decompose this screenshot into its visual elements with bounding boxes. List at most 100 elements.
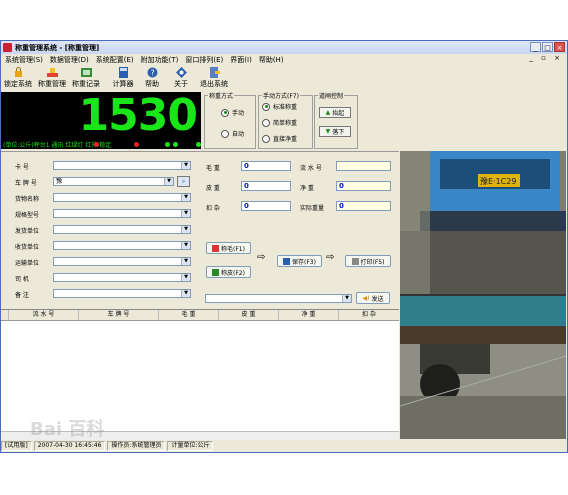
mdi-controls[interactable]: _ ▫ × [529,54,563,62]
weigh-mode-title: 称重方式 [209,93,234,100]
weigh-records-button[interactable]: 称重记录 [71,65,101,89]
menu-bar: 系统管理(S) 数据管理(D) 系统配置(E) 附加功能(T) 窗口排列(E) … [1,54,567,65]
actual-weight-field[interactable]: 0 [336,201,391,211]
goods-name-field[interactable]: ▼ [53,193,191,202]
tare-label: 皮 重 [206,185,220,192]
menu-interface[interactable]: 界面(I) [230,55,252,65]
gross-label: 毛 重 [206,165,220,172]
chevron-down-icon: ▼ [181,258,190,265]
tare-field[interactable]: 0 [241,181,291,191]
chevron-down-icon: ▼ [342,295,351,302]
save-button[interactable]: 保存(F3) [277,255,322,267]
menu-window[interactable]: 窗口排列(E) [185,55,223,65]
gate-lower-button[interactable]: ▼ 落下 [319,126,351,137]
speaker-icon: ◀) [362,294,370,302]
weight-value: 1530 [78,90,198,141]
records-icon [80,68,92,77]
col-plate[interactable]: 车 牌 号 [79,310,159,320]
col-serial[interactable]: 流 水 号 [9,310,79,320]
menu-help[interactable]: 帮助(H) [259,55,284,65]
exit-system-button[interactable]: 退出系统 [199,65,229,89]
weigh-tare-button[interactable]: 称皮(F2) [206,266,251,278]
sender-field[interactable]: ▼ [53,225,191,234]
about-button[interactable]: 关于 [166,65,196,89]
remark-field[interactable]: ▼ [53,289,191,298]
close-button[interactable]: × [554,42,565,52]
col-deduct[interactable]: 扣 杂 [339,310,399,320]
chevron-down-icon: ▼ [164,178,173,185]
arrow-down-icon: ▼ [325,128,331,135]
radio-manual[interactable]: 手动 [221,108,244,117]
form-panel: 卡 号 ▼ 车 牌 号 豫 ▼ ⌕ 货物名称 ▼ 规格型号 ▼ 发货单位 ▼ 收货… [1,151,399,307]
net-field[interactable]: 0 [336,181,391,191]
gate-raise-button[interactable]: ▲ 抬起 [319,107,351,118]
menu-data[interactable]: 数据管理(D) [50,55,89,65]
minimize-button[interactable]: _ [530,42,541,52]
radio-dot-icon [262,102,270,111]
card-no-field[interactable]: ▼ [53,161,191,170]
carrier-field[interactable]: ▼ [53,257,191,266]
stable-indicator [196,142,201,147]
serial-field[interactable] [336,161,391,171]
spec-field[interactable]: ▼ [53,209,191,218]
radio-dot-icon [262,134,270,143]
col-gross[interactable]: 毛 重 [159,310,219,320]
weigh-gross-button[interactable]: 称毛(F1) [206,242,251,254]
app-window: 称重管理系统 - [称重管理] _ □ × 系统管理(S) 数据管理(D) 系统… [0,40,568,453]
deduct-field[interactable]: 0 [241,201,291,211]
radio-direct-net[interactable]: 直接净重 [262,134,297,143]
lock-icon [14,67,22,77]
chevron-down-icon: ▼ [181,162,190,169]
help-button[interactable]: ? 帮助 [137,65,167,89]
menu-system[interactable]: 系统管理(S) [5,55,43,65]
chevron-down-icon: ▼ [181,210,190,217]
chevron-down-icon: ▼ [181,226,190,233]
flow-arrow-icon: ⇨ [326,252,335,263]
gate-control-title: 道闸控制 [319,93,344,100]
weigh-manage-button[interactable]: 称重管理 [37,65,67,89]
menu-config[interactable]: 系统配置(E) [96,55,134,65]
send-target-select[interactable]: ▼ [205,294,352,303]
chevron-down-icon: ▼ [181,274,190,281]
radio-dot-icon [221,129,229,138]
camera-view-rear [400,296,566,439]
status-unit: 计量单位:公斤 [167,441,214,451]
print-button[interactable]: 打印(F5) [345,255,391,267]
col-tare[interactable]: 皮 重 [219,310,279,320]
radio-simple[interactable]: 简单称重 [262,118,297,127]
chevron-down-icon: ▼ [181,242,190,249]
receiver-field[interactable]: ▼ [53,241,191,250]
radio-dot-icon [262,118,270,127]
lock-system-button[interactable]: 锁定系统 [3,65,33,89]
remark-label: 备 注 [15,292,29,299]
radio-auto[interactable]: 自动 [221,129,244,138]
infrared-indicator-1 [165,142,170,147]
send-button[interactable]: ◀) 发送 [356,292,390,304]
col-net[interactable]: 净 重 [279,310,339,320]
truck-icon [212,268,220,276]
svg-text:?: ? [150,69,154,78]
calculator-icon [118,67,128,78]
plate-lookup-button[interactable]: ⌕ [177,176,190,187]
actual-weight-label: 实际重量 [300,205,325,212]
driver-field[interactable]: ▼ [53,273,191,282]
comm-indicator [94,142,99,147]
infrared-indicator-2 [173,142,178,147]
title-bar: 称重管理系统 - [称重管理] _ □ × [1,41,567,54]
plate-text: 豫E·1C29 [480,176,516,186]
radio-dot-icon [221,108,229,117]
sender-label: 发货单位 [15,228,40,235]
calculator-button[interactable]: 计算器 [108,65,138,89]
receiver-label: 收货单位 [15,244,40,251]
plate-no-field[interactable]: 豫 ▼ [53,177,174,186]
gross-field[interactable]: 0 [241,161,291,171]
maximize-button[interactable]: □ [542,42,553,52]
card-no-label: 卡 号 [15,164,29,171]
plate-no-label: 车 牌 号 [15,180,37,187]
flow-arrow-icon: ⇨ [257,252,266,263]
scale-icon [46,68,58,77]
camera-view-front: 豫E·1C29 [400,151,566,294]
radio-standard[interactable]: 标准称重 [262,102,297,111]
camera-rear-image [400,296,566,439]
menu-extra[interactable]: 附加功能(T) [141,55,179,65]
